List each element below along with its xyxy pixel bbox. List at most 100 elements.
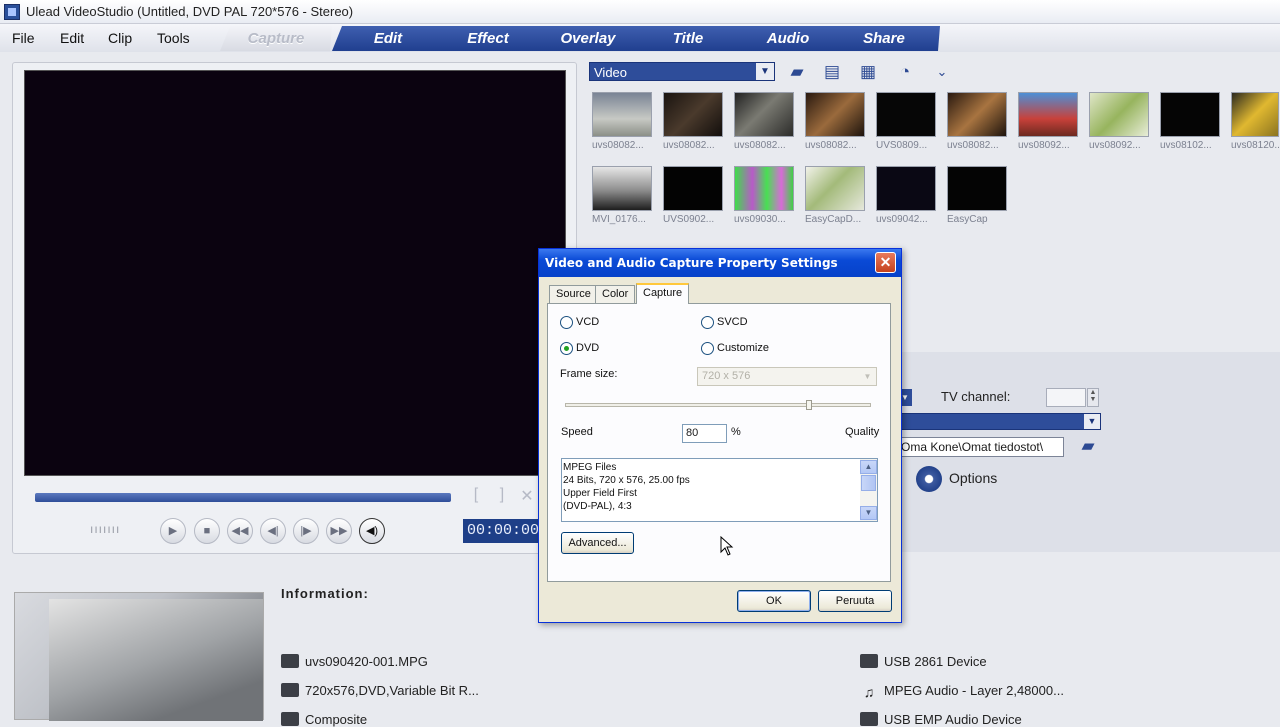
quality-label: Quality <box>845 426 880 438</box>
chevron-down-icon[interactable]: ▼ <box>756 63 774 80</box>
mark-in-button[interactable]: [ <box>467 486 485 506</box>
library-clip[interactable]: uvs09030... <box>734 166 796 232</box>
jog-slider[interactable]: ııııııı <box>90 522 142 538</box>
library-clip[interactable]: UVS0809... <box>876 92 938 158</box>
customize-label: Customize <box>717 342 769 354</box>
window-title: Ulead VideoStudio (Untitled, DVD PAL 720… <box>26 4 354 19</box>
scroll-up-icon[interactable]: ▲ <box>860 460 877 474</box>
dvd-label: DVD <box>576 342 600 354</box>
step-effect[interactable]: Effect <box>432 26 544 51</box>
tv-channel-input[interactable] <box>1046 388 1086 407</box>
library-clip[interactable]: uvs08082... <box>805 92 867 158</box>
gear-icon[interactable] <box>916 466 942 492</box>
format-info-line: Upper Field First <box>563 488 637 499</box>
video-format-icon <box>281 683 299 697</box>
file-icon <box>281 654 299 668</box>
folder-open-icon[interactable]: ▰ <box>786 61 808 83</box>
format-info-line: (DVD-PAL), 4:3 <box>563 501 632 512</box>
format-info-line: MPEG Files <box>563 462 617 473</box>
svcd-label: SVCD <box>717 316 748 328</box>
frame-size-select[interactable]: 720 x 576 <box>697 367 877 386</box>
speed-label: Speed <box>561 426 593 438</box>
library-manager-icon[interactable]: ▦ <box>857 61 879 83</box>
folder-icon[interactable]: ▰ <box>1076 436 1100 458</box>
svcd-radio[interactable] <box>701 316 714 329</box>
quality-slider-thumb[interactable] <box>806 400 812 410</box>
next-frame-icon[interactable]: |▶ <box>293 518 319 544</box>
library-clip[interactable]: MVI_0176... <box>592 166 654 232</box>
step-audio[interactable]: Audio <box>732 26 844 51</box>
options-button[interactable]: Options <box>949 470 997 486</box>
capture-folder-input[interactable]: Oma Kone\Omat tiedostot\ <box>898 437 1064 457</box>
clip-thumbnail <box>14 592 264 721</box>
preview-screen <box>24 70 566 476</box>
tv-channel-label: TV channel: <box>941 389 1011 404</box>
menu-edit[interactable]: Edit <box>60 30 84 46</box>
sort-clips-icon[interactable]: ▤ <box>821 61 843 83</box>
play-icon[interactable]: ▶ <box>160 518 186 544</box>
library-clip[interactable]: uvs08092... <box>1089 92 1151 158</box>
frame-size-label: Frame size: <box>560 368 618 380</box>
input-icon <box>281 712 299 726</box>
quality-input[interactable]: 80 <box>682 424 727 443</box>
scroll-thumb[interactable] <box>861 475 876 491</box>
tab-capture[interactable]: Capture <box>636 283 690 304</box>
library-clip[interactable]: uvs08120... <box>1231 92 1279 158</box>
expand-library-icon[interactable]: ⌄ <box>931 61 953 83</box>
library-clip[interactable]: uvs08082... <box>663 92 725 158</box>
format-info-line: 24 Bits, 720 x 576, 25.00 fps <box>563 475 690 486</box>
library-clip[interactable]: uvs08102... <box>1160 92 1222 158</box>
vcd-radio[interactable] <box>560 316 573 329</box>
cut-clip-icon[interactable]: ✕ <box>518 486 536 506</box>
volume-icon[interactable]: ◀) <box>359 518 385 544</box>
video-device-icon <box>860 654 878 668</box>
info-file-name: uvs090420-001.MPG <box>281 654 428 669</box>
music-note-icon: ♫ <box>863 684 875 700</box>
customize-radio[interactable] <box>701 342 714 355</box>
step-overlay[interactable]: Overlay <box>532 26 644 51</box>
chevron-down-icon[interactable]: ▼ <box>1084 414 1100 429</box>
ok-button[interactable]: OK <box>737 590 811 612</box>
step-title[interactable]: Title <box>632 26 744 51</box>
menu-file[interactable]: File <box>12 30 35 46</box>
tab-source[interactable]: Source <box>549 285 598 303</box>
mark-out-button[interactable]: ] <box>493 486 511 506</box>
menu-clip[interactable]: Clip <box>108 30 132 46</box>
rewind-icon[interactable]: ◀◀ <box>227 518 253 544</box>
advanced-button[interactable]: Advanced... <box>561 532 634 554</box>
tab-color[interactable]: Color <box>595 285 636 303</box>
close-icon[interactable]: ✕ <box>875 252 896 273</box>
info-audio-format: ♫ MPEG Audio - Layer 2,48000... <box>860 683 1064 700</box>
chevron-down-icon[interactable]: ▼ <box>860 369 875 384</box>
library-clip[interactable]: uvs08082... <box>947 92 1009 158</box>
library-clip[interactable]: uvs09042... <box>876 166 938 232</box>
cancel-button[interactable]: Peruuta <box>818 590 892 612</box>
vcd-label: VCD <box>576 316 600 328</box>
library-clip[interactable]: uvs08082... <box>592 92 654 158</box>
information-title: Information: <box>281 586 369 601</box>
dialog-title: Video and Audio Capture Property Setting… <box>545 256 838 270</box>
audio-device-icon <box>860 712 878 726</box>
previous-frame-icon[interactable]: ◀| <box>260 518 286 544</box>
dvd-radio[interactable] <box>560 342 573 355</box>
library-clip[interactable]: EasyCapD... <box>805 166 867 232</box>
step-capture[interactable]: Capture <box>220 26 332 51</box>
capture-source-select[interactable] <box>898 413 1101 430</box>
step-edit[interactable]: Edit <box>332 26 444 51</box>
fast-forward-icon[interactable]: ▶▶ <box>326 518 352 544</box>
library-clip[interactable]: UVS0902... <box>663 166 725 232</box>
tv-channel-spinner[interactable]: ▲ ▼ <box>1087 388 1099 407</box>
scroll-down-icon[interactable]: ▼ <box>860 506 877 520</box>
step-tabs: Capture Edit Effect Overlay Title Audio … <box>200 26 940 51</box>
menu-tools[interactable]: Tools <box>157 30 190 46</box>
stop-icon[interactable]: ■ <box>194 518 220 544</box>
step-share[interactable]: Share <box>828 26 940 51</box>
app-icon <box>4 4 20 20</box>
library-clip[interactable]: uvs08092... <box>1018 92 1080 158</box>
quality-slider-track[interactable] <box>565 403 871 407</box>
scrub-bar[interactable] <box>35 493 451 502</box>
library-category-select[interactable]: Video <box>589 62 775 81</box>
library-clip[interactable]: uvs08082... <box>734 92 796 158</box>
library-clip[interactable]: EasyCap <box>947 166 1009 232</box>
history-icon[interactable]: ◔ <box>894 61 916 83</box>
